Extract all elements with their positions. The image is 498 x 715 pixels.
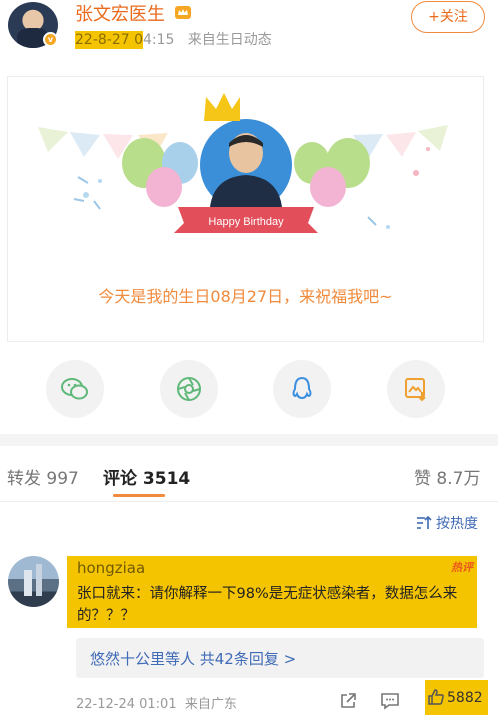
tab-repost[interactable]: 转发 997	[7, 464, 79, 489]
author-name[interactable]: 张文宏医生	[75, 0, 165, 26]
share-comment-button[interactable]	[337, 690, 359, 712]
post-header: v 张文宏医生 22-8-27 04:15 来自生日动态 +关注	[0, 0, 498, 60]
sort-label: 按热度	[436, 516, 478, 532]
like-comment-button[interactable]: 5882	[425, 680, 488, 715]
share-wechat-button[interactable]	[46, 360, 104, 418]
tab-comments-count: 3514	[142, 469, 191, 489]
post-meta: 22-8-27 04:15 来自生日动态	[75, 29, 272, 49]
hot-comment-badge: 热评	[451, 561, 473, 574]
post-date: 22-8-27 0	[75, 31, 143, 49]
commenter-avatar[interactable]	[8, 556, 59, 607]
thumbs-up-icon	[428, 689, 444, 705]
comment-like-count: 5882	[447, 690, 483, 706]
save-image-icon	[405, 378, 426, 402]
wechat-icon	[61, 378, 88, 400]
birthday-card[interactable]: Happy Birthday 今天是我的生日08月27日，来祝福我吧~	[7, 76, 484, 342]
post-source: 来自生日动态	[187, 32, 272, 48]
follow-button[interactable]: +关注	[411, 1, 485, 33]
sort-icon	[417, 516, 432, 529]
qq-icon	[292, 376, 312, 400]
tab-likes-count: 8.7万	[436, 469, 481, 489]
vip-crown-icon	[175, 6, 191, 19]
share-icon	[341, 693, 356, 708]
tab-likes[interactable]: 赞 8.7万	[414, 464, 480, 489]
replies-summary[interactable]: 悠然十公里等人 共42条回复 >	[90, 648, 296, 669]
share-moments-button[interactable]	[160, 360, 218, 418]
tab-likes-label: 赞	[414, 469, 431, 489]
verified-badge-icon: v	[43, 32, 58, 47]
replies-box[interactable]: 悠然十公里等人 共42条回复 >	[76, 638, 484, 678]
comment-body: hongziaa 热评 张口就来：请你解释一下98%是无症状感染者，数据怎么来的…	[67, 556, 477, 628]
tab-comments-label: 评论	[103, 469, 137, 489]
active-tab-indicator	[113, 494, 165, 497]
share-row	[0, 360, 498, 420]
save-image-button[interactable]	[387, 360, 445, 418]
tab-comments[interactable]: 评论 3514	[103, 464, 190, 489]
comment-meta: 22-12-24 01:01 来自广东	[76, 693, 237, 712]
tab-repost-count: 997	[46, 469, 79, 489]
moments-icon	[177, 377, 201, 401]
birthday-illustration: Happy Birthday	[38, 93, 448, 233]
share-qq-button[interactable]	[273, 360, 331, 418]
comment-text: 张口就来：请你解释一下98%是无症状感染者，数据怎么来的？？？	[77, 586, 458, 624]
post-time: 4:15	[143, 32, 175, 48]
birthday-message: 今天是我的生日08月27日，来祝福我吧~	[98, 287, 393, 306]
reply-comment-button[interactable]	[379, 690, 401, 712]
section-divider	[0, 434, 498, 446]
comment-icon	[381, 693, 399, 710]
interaction-tabs: 转发 997 评论 3514 赞 8.7万	[0, 446, 498, 502]
happy-birthday-banner: Happy Birthday	[208, 216, 284, 228]
comment-location: 来自广东	[184, 697, 237, 712]
commenter-name[interactable]: hongziaa	[77, 559, 145, 577]
sort-by-heat-button[interactable]: 按热度	[416, 513, 478, 533]
tab-repost-label: 转发	[7, 469, 41, 489]
comment-time: 22-12-24 01:01	[76, 697, 177, 712]
